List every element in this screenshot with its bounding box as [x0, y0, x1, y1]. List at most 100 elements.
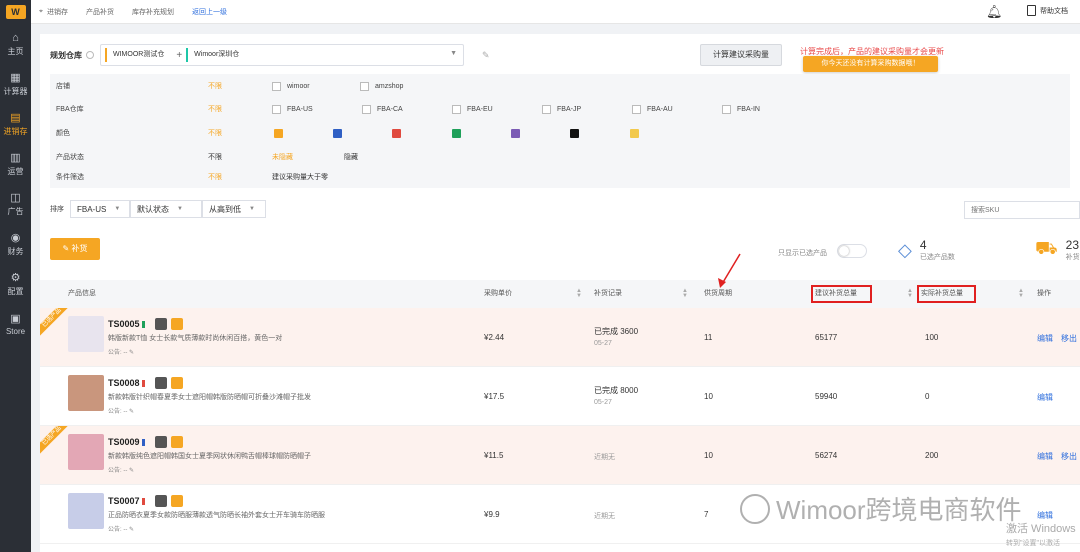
edit-button[interactable]: 编辑	[1037, 451, 1053, 462]
price-cell: ¥17.5	[484, 392, 505, 401]
product-note: 公告: -- ✎	[108, 347, 134, 356]
chart-icon[interactable]	[170, 436, 183, 448]
sidebar-item-ads[interactable]: ◫ 广告	[0, 184, 31, 224]
ads-icon: ◫	[10, 191, 21, 204]
sidebar-item-label: 计算器	[3, 86, 28, 96]
product-note: 公告: -- ✎	[108, 406, 134, 415]
finance-icon: ◉	[10, 231, 21, 244]
flag-icon	[141, 497, 145, 505]
sidebar-item-settings[interactable]: ⚙ 配置	[0, 264, 31, 304]
windows-activation-sub: 转到"设置"以激活	[1006, 540, 1060, 547]
remove-button[interactable]: 移出	[1061, 333, 1077, 344]
sidebar-item-label: Store	[5, 326, 26, 336]
sidebar-item-label: 广告	[7, 206, 24, 216]
edit-note-icon[interactable]: ✎	[129, 468, 134, 474]
price-cell: ¥9.9	[484, 510, 500, 519]
sidebar-item-calculator[interactable]: ▦ 计算器	[0, 64, 31, 104]
note-text: 公告: --	[108, 409, 128, 415]
table-row[interactable]: 已选产品 TS0009 新款韩版纯色遮阳帽韩国女士夏季网状休闲鸭舌帽棒球帽防晒帽子公…	[40, 426, 1080, 485]
view-icon[interactable]	[154, 377, 167, 389]
sidebar-item-label: 运营	[7, 166, 24, 176]
main-panel: 规划仓库 WIMOOR测试仓 + Wimoor深圳仓 ▼ ✎ 计算建议采购量 计…	[40, 34, 1080, 552]
chart-icon[interactable]	[170, 377, 183, 389]
logo-mark: W	[5, 5, 26, 19]
breadcrumb-item[interactable]: 进销存	[47, 7, 68, 17]
product-title: 新款韩版针织帽春夏季女士遮阳帽韩版防晒帽可折叠沙滩帽子批发	[108, 394, 311, 401]
cycle-cell: 10	[704, 392, 713, 401]
sidebar-item-home[interactable]: ⌂ 主页	[0, 24, 31, 64]
cycle-cell: 7	[704, 510, 709, 519]
product-sku-line: TS0007	[108, 495, 187, 507]
calculator-icon: ▦	[10, 71, 21, 84]
record-date: 05-27	[594, 399, 612, 406]
record-cell: 近期无	[594, 513, 615, 520]
sidebar-item-finance[interactable]: ◉ 财务	[0, 224, 31, 264]
record-cell: 已完成 8000	[594, 386, 639, 395]
settings-icon: ⚙	[10, 271, 21, 284]
store-icon: ▣	[10, 312, 21, 325]
actual-qty-cell[interactable]: 100	[925, 333, 938, 342]
cycle-cell: 10	[704, 451, 713, 460]
inventory-icon: ▤	[10, 111, 21, 124]
bell-icon[interactable]: 🔔︎	[986, 4, 1003, 20]
document-icon	[1027, 5, 1036, 16]
topbar: ⌖ 进销存 产品补货 库存补充规划 返回上一级 🔔︎ 帮助文档	[31, 0, 1080, 24]
product-title: 韩版新款T恤 女士长款气质薄款时尚休闲百搭，黄色一对	[108, 335, 283, 342]
product-thumbnail[interactable]	[68, 375, 104, 411]
edit-button[interactable]: 编辑	[1037, 333, 1053, 344]
edit-note-icon[interactable]: ✎	[129, 527, 134, 533]
operations-icon: ▥	[10, 151, 21, 164]
watermark-text: Wimoor跨境电商软件	[776, 495, 1022, 525]
remove-button[interactable]: 移出	[1061, 451, 1077, 462]
product-note: 公告: -- ✎	[108, 465, 134, 474]
price-cell: ¥11.5	[484, 451, 504, 460]
edit-note-icon[interactable]: ✎	[129, 409, 134, 415]
edit-button[interactable]: 编辑	[1037, 392, 1053, 403]
price-cell: ¥2.44	[484, 333, 505, 342]
product-sku[interactable]: TS0009	[108, 437, 140, 447]
sidebar-item-inventory[interactable]: ▤ 进销存	[0, 104, 31, 144]
view-icon[interactable]	[154, 495, 167, 507]
product-thumbnail[interactable]	[68, 434, 104, 470]
help-docs-link[interactable]: 帮助文档	[1027, 5, 1068, 16]
flag-icon	[141, 379, 145, 387]
note-text: 公告: --	[108, 468, 128, 474]
flag-icon	[141, 438, 145, 446]
product-title: 正品防晒衣夏季女款防晒服薄款透气防晒长袖外套女士开车骑车防晒服	[108, 512, 325, 519]
breadcrumb: ⌖ 进销存 产品补货 库存补充规划 返回上一级	[39, 7, 245, 17]
record-cell: 近期无	[594, 454, 615, 461]
wechat-icon	[740, 493, 770, 524]
cycle-cell: 11	[704, 333, 713, 342]
chart-icon[interactable]	[170, 495, 183, 507]
actual-qty-cell[interactable]: 0	[925, 392, 929, 401]
edit-note-icon[interactable]: ✎	[129, 350, 134, 356]
location-icon: ⌖	[39, 7, 43, 15]
suggested-qty-cell: 59940	[815, 392, 838, 401]
app-logo[interactable]: W	[0, 0, 31, 24]
breadcrumb-item[interactable]: 产品补货	[86, 7, 114, 17]
sidebar: W ⌂ 主页 ▦ 计算器 ▤ 进销存 ▥ 运营 ◫ 广告 ◉ 财务 ⚙ 配置 ▣ Store	[0, 0, 31, 552]
watermark: Wimoor跨境电商软件	[740, 490, 1022, 527]
product-sku[interactable]: TS0008	[108, 378, 140, 388]
table-row[interactable]: TS0008 新款韩版针织帽春夏季女士遮阳帽韩版防晒帽可折叠沙滩帽子批发 公告: -…	[40, 367, 1080, 426]
product-sku[interactable]: TS0007	[108, 496, 140, 506]
sidebar-item-label: 配置	[7, 286, 24, 296]
home-icon: ⌂	[12, 31, 19, 44]
help-label: 帮助文档	[1040, 7, 1068, 15]
breadcrumb-item: 库存补充规划	[131, 8, 174, 16]
actual-qty-cell[interactable]: 200	[925, 451, 938, 460]
suggested-qty-cell: 65177	[815, 333, 838, 342]
windows-activation-title: 激活 Windows	[1006, 523, 1076, 535]
product-title: 新款韩版纯色遮阳帽韩国女士夏季网状休闲鸭舌帽棒球帽防晒帽子	[108, 453, 311, 460]
product-sku-line: TS0009	[108, 436, 187, 448]
back-link[interactable]: 返回上一级	[192, 7, 227, 17]
product-sku-line: TS0008	[108, 377, 187, 389]
sidebar-item-store[interactable]: ▣ Store	[0, 304, 31, 344]
sidebar-item-operations[interactable]: ▥ 运营	[0, 144, 31, 184]
sidebar-item-label: 财务	[7, 246, 24, 256]
sidebar-item-label: 进销存	[3, 126, 28, 136]
annotation-arrow	[718, 253, 741, 288]
product-thumbnail[interactable]	[68, 493, 104, 529]
suggested-qty-cell: 56274	[815, 451, 838, 460]
view-icon[interactable]	[154, 436, 167, 448]
